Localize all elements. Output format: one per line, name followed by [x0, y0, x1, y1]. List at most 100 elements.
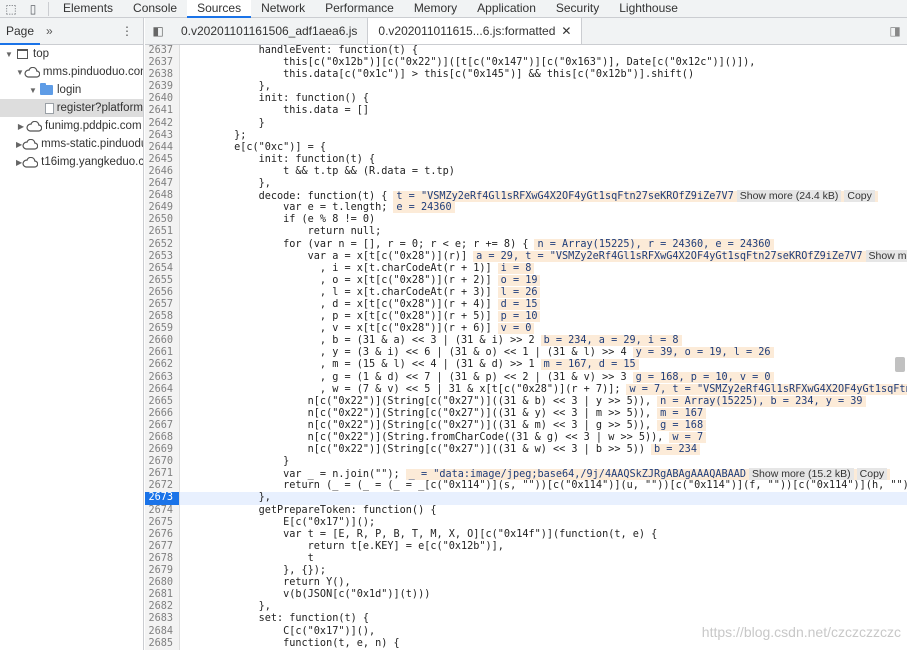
copy-button[interactable]: Copy	[856, 467, 888, 480]
line-number[interactable]: 2639	[145, 81, 180, 94]
tree-item[interactable]: register?platform	[0, 99, 143, 117]
tree-item[interactable]: ▶ mms-static.pinduoduo	[0, 135, 143, 153]
line-number[interactable]: 2680	[145, 577, 180, 590]
code-line[interactable]: 2666 n[c("0x22")](String[c("0x27")]((31 …	[145, 407, 907, 420]
tab-elements[interactable]: Elements	[53, 0, 123, 18]
code-line[interactable]: 2668 n[c("0x22")](String.fromCharCode((3…	[145, 432, 907, 445]
code-line[interactable]: 2680 return Y(),	[145, 577, 907, 590]
code-line[interactable]: 2657 , d = x[t[c("0x28")](r + 4)] d = 15	[145, 298, 907, 312]
code-line[interactable]: 2678 t	[145, 552, 907, 566]
line-number[interactable]: 2649	[145, 202, 180, 215]
tab-console[interactable]: Console	[123, 0, 187, 18]
code-line[interactable]: 2682 },	[145, 601, 907, 614]
show-more-button[interactable]: Show mo	[865, 250, 907, 263]
code-line[interactable]: 2642 }	[145, 117, 907, 130]
tree-item[interactable]: ▼ mms.pinduoduo.com	[0, 63, 143, 81]
line-number[interactable]: 2670	[145, 456, 180, 469]
line-number[interactable]: 2674	[145, 504, 180, 517]
code-line[interactable]: 2644 e[c("0xc")] = {	[145, 141, 907, 154]
code-line[interactable]: 2664 , w = (7 & v) << 5 | 31 & x[t[c("0x…	[145, 383, 907, 396]
line-number[interactable]: 2661	[145, 347, 180, 360]
tree-item[interactable]: ▶ funimg.pddpic.com	[0, 117, 143, 135]
line-number[interactable]: 2665	[145, 395, 180, 408]
line-number[interactable]: 2654	[145, 262, 180, 275]
code-line[interactable]: 2672 return (_ = (_ = (_ = _[c("0x114")]…	[145, 480, 907, 493]
code-line[interactable]: 2669 n[c("0x22")](String[c("0x27")]((31 …	[145, 444, 907, 457]
line-number[interactable]: 2650	[145, 214, 180, 227]
line-number[interactable]: 2643	[145, 129, 180, 142]
expanded-triangle-icon[interactable]: ▼	[28, 86, 38, 95]
code-line[interactable]: 2667 n[c("0x22")](String[c("0x27")]((31 …	[145, 419, 907, 432]
code-line[interactable]: 2648 decode: function(t) {t = "VSMZy2eRf…	[145, 189, 907, 203]
tree-item[interactable]: ▼ top	[0, 45, 143, 63]
line-number[interactable]: 2637	[145, 45, 180, 58]
line-number[interactable]: 2672	[145, 480, 180, 493]
code-line[interactable]: 2651 return null;	[145, 226, 907, 239]
code-line[interactable]: 2650 if (e % 8 != 0)	[145, 214, 907, 227]
editor-tab-formatted[interactable]: 0.v202011011615...6.js:formatted ✕	[367, 18, 583, 44]
copy-button[interactable]: Copy	[844, 189, 875, 202]
code-line[interactable]: 2663 , g = (1 & d) << 7 | (31 & p) << 2 …	[145, 371, 907, 384]
show-more-button[interactable]: Show more (15.2 kB)	[749, 467, 854, 480]
line-number[interactable]: 2668	[145, 432, 180, 445]
tab-performance[interactable]: Performance	[315, 0, 404, 18]
toggle-navigator-icon[interactable]: ◧	[145, 18, 171, 44]
tab-application[interactable]: Application	[467, 0, 546, 18]
code-line[interactable]: 2643 };	[145, 129, 907, 142]
code-line[interactable]: 2649 var e = t.length; e = 24360	[145, 202, 907, 215]
code-line[interactable]: 2652 for (var n = [], r = 0; r < e; r +=…	[145, 238, 907, 251]
code-line[interactable]: 2646 t && t.tp && (R.data = t.tp)	[145, 165, 907, 179]
line-number[interactable]: 2659	[145, 323, 180, 336]
code-line[interactable]: 2676 var t = [E, R, P, B, T, M, X, O][c(…	[145, 528, 907, 541]
line-number[interactable]: 2681	[145, 589, 180, 602]
line-number[interactable]: 2646	[145, 165, 180, 179]
line-number[interactable]: 2656	[145, 286, 180, 299]
line-number[interactable]: 2652	[145, 238, 180, 251]
line-number[interactable]: 2667	[145, 419, 180, 432]
line-number[interactable]: 2671	[145, 468, 180, 481]
code-line[interactable]: 2637 handleEvent: function(t) {	[145, 45, 907, 58]
code-line[interactable]: 2656 , l = x[t.charCodeAt(r + 3)] l = 26	[145, 286, 907, 299]
line-number[interactable]: 2666	[145, 407, 180, 420]
code-line[interactable]: 2674 getPrepareToken: function() {	[145, 504, 907, 517]
expanded-triangle-icon[interactable]: ▼	[16, 68, 24, 77]
line-number[interactable]: 2683	[145, 613, 180, 626]
tab-lighthouse[interactable]: Lighthouse	[609, 0, 688, 18]
code-line[interactable]: 2673 },	[145, 492, 907, 505]
code-line[interactable]: 2659 , v = x[t[c("0x28")](r + 6)] v = 0	[145, 323, 907, 336]
line-number[interactable]: 2657	[145, 298, 180, 312]
line-number[interactable]: 2664	[145, 383, 180, 396]
line-number[interactable]: 2641	[145, 105, 180, 118]
line-number[interactable]: 2655	[145, 274, 180, 287]
code-line[interactable]: 2671 var _ = n.join(""); _ = "data:image/…	[145, 467, 907, 481]
code-line[interactable]: 2658 , p = x[t[c("0x28")](r + 5)] p = 10	[145, 311, 907, 324]
tab-security[interactable]: Security	[546, 0, 609, 18]
vertical-scrollbar-thumb[interactable]	[895, 357, 905, 372]
line-number[interactable]: 2679	[145, 565, 180, 578]
code-line[interactable]: 2645 init: function(t) {	[145, 153, 907, 166]
line-number[interactable]: 2653	[145, 250, 180, 263]
code-line[interactable]: 2679 }, {});	[145, 565, 907, 578]
expanded-triangle-icon[interactable]: ▼	[4, 50, 14, 59]
line-number[interactable]: 2648	[145, 190, 180, 203]
line-number[interactable]: 2685	[145, 637, 180, 650]
line-number[interactable]: 2644	[145, 141, 180, 154]
code-line[interactable]: 2640 init: function() {	[145, 93, 907, 106]
code-line[interactable]: 2681 v(b(JSON[c("0x1d")](t)))	[145, 589, 907, 602]
code-line[interactable]: 2655 , o = x[t[c("0x28")](r + 2)] o = 19	[145, 274, 907, 287]
close-tab-icon[interactable]: ✕	[561, 24, 571, 38]
line-number[interactable]: 2684	[145, 625, 180, 638]
line-number[interactable]: 2642	[145, 117, 180, 130]
line-number[interactable]: 2651	[145, 226, 180, 239]
code-line[interactable]: 2647 },	[145, 178, 907, 191]
code-line[interactable]: 2670 }	[145, 456, 907, 469]
line-number[interactable]: 2647	[145, 178, 180, 191]
line-number[interactable]: 2638	[145, 69, 180, 82]
line-number[interactable]: 2660	[145, 335, 180, 348]
code-line[interactable]: 2653 var a = x[t[c("0x28")](r)] a = 29, t…	[145, 250, 907, 263]
code-line[interactable]: 2637 this[c("0x12b")][c("0x22")]([t[c("0…	[145, 57, 907, 70]
line-number[interactable]: 2658	[145, 311, 180, 324]
line-number[interactable]: 2675	[145, 516, 180, 529]
code-line[interactable]: 2638 this.data[c("0x1c")] > this[c("0x14…	[145, 69, 907, 82]
code-line[interactable]: 2677 return t[e.KEY] = e[c("0x12b")],	[145, 540, 907, 553]
